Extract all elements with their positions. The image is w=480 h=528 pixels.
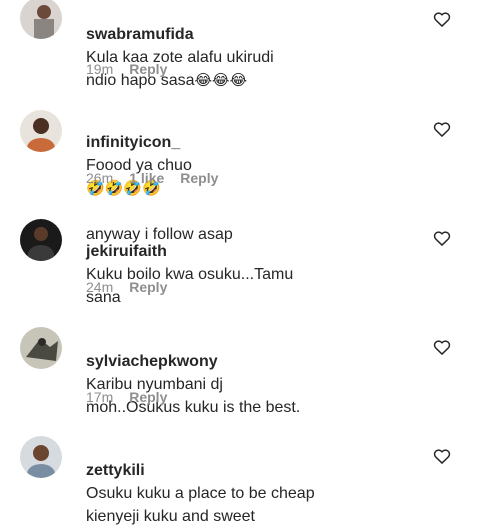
reply-button[interactable]: Reply — [129, 61, 167, 77]
comment-time: 19m — [86, 61, 114, 77]
reply-button[interactable]: Reply — [129, 389, 167, 405]
reply-button[interactable]: Reply — [129, 279, 167, 295]
comment-meta: 24m Reply — [86, 279, 167, 295]
comment-time: 26m — [86, 170, 114, 186]
laughing-emoji: 😂😂😂 — [194, 71, 248, 89]
comment-username[interactable]: sylviachepkwony — [86, 353, 218, 370]
avatar[interactable] — [20, 110, 62, 152]
comment-username[interactable]: zettykili — [86, 462, 145, 479]
heart-icon[interactable] — [432, 119, 452, 139]
heart-icon[interactable] — [432, 337, 452, 357]
comment-text: Osuku kuku a place to be cheap kienyeji … — [86, 485, 315, 525]
heart-icon[interactable] — [432, 446, 452, 466]
likes-count[interactable]: 1 like — [129, 170, 164, 186]
heart-icon[interactable] — [432, 228, 452, 248]
comment-username[interactable]: swabramufida — [86, 26, 194, 43]
avatar[interactable] — [20, 219, 62, 261]
comment-meta: 17m Reply — [86, 389, 167, 405]
avatar[interactable] — [20, 436, 62, 478]
avatar[interactable] — [20, 0, 62, 39]
comment-time: 17m — [86, 389, 114, 405]
comment-meta: 19m Reply — [86, 61, 167, 77]
comment-username[interactable]: jekiruifaith — [86, 243, 167, 260]
reply-button[interactable]: Reply — [180, 170, 218, 186]
avatar[interactable] — [20, 327, 62, 369]
comment-username[interactable]: infinityicon_ — [86, 134, 180, 151]
heart-icon[interactable] — [432, 9, 452, 29]
comment-time: 24m — [86, 279, 114, 295]
comment-meta: 26m 1 like Reply — [86, 170, 218, 186]
